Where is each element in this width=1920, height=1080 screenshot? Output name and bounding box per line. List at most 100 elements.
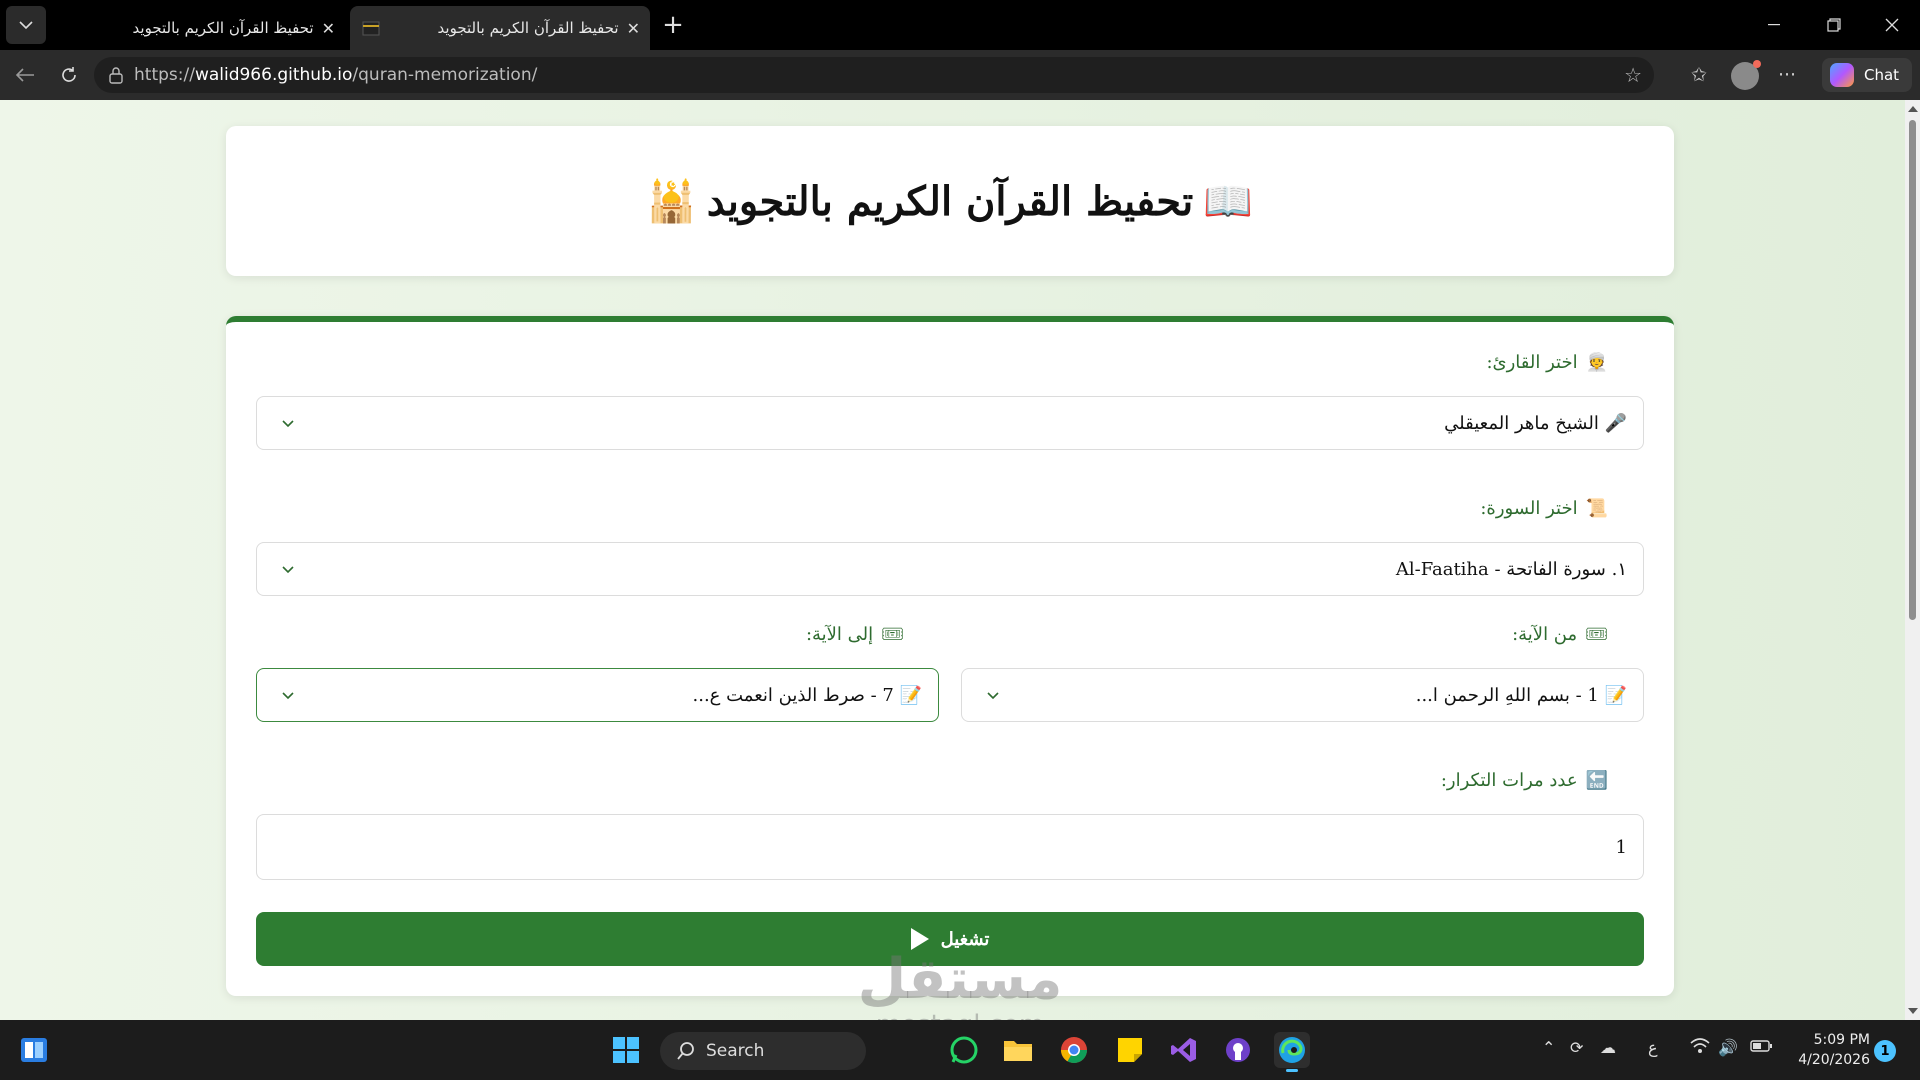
tab-actions-menu-button[interactable] [6, 6, 46, 44]
close-icon [1885, 18, 1899, 32]
sticky-notes-icon[interactable] [1112, 1032, 1148, 1068]
chevron-down-icon [987, 692, 999, 700]
clock-time: 5:09 PM [1813, 1032, 1870, 1048]
close-tab-icon[interactable]: ✕ [627, 19, 640, 38]
file-explorer-icon[interactable] [1000, 1032, 1036, 1068]
browser-tab-1[interactable]: تحفيظ القرآن الكريم بالتجويد ✕ [120, 6, 345, 50]
address-toolbar: https://walid966.github.io/quran-memoriz… [0, 50, 1920, 100]
surah-value-text: ١. سورة الفاتحة - Al-Faatiha [1395, 558, 1627, 580]
reload-icon [62, 67, 76, 82]
ticket-icon: 🎟 [881, 624, 904, 645]
repeat-count-input[interactable]: 1 [256, 814, 1644, 880]
reciter-select[interactable]: 🎤 الشيخ ماهر المعيقلي [256, 396, 1644, 450]
play-label: تشغيل [940, 928, 990, 950]
from-ayah-select-value: 📝 1 - بسم اللهِ الرحمن ا... [1000, 685, 1627, 706]
input-language[interactable]: ع [1648, 1038, 1658, 1057]
visual-studio-icon[interactable] [1166, 1032, 1202, 1068]
url-field[interactable]: https://walid966.github.io/quran-memoriz… [94, 57, 1654, 93]
surah-select[interactable]: ١. سورة الفاتحة - Al-Faatiha [256, 542, 1644, 596]
taskbar-clock[interactable]: 5:09 PM 4/20/2026 [1790, 1030, 1870, 1070]
microphone-icon: 🎤 [1604, 412, 1627, 434]
minimize-button[interactable] [1746, 0, 1802, 50]
search-icon [677, 1042, 694, 1060]
memo-icon: 📝 [899, 684, 922, 706]
repeat-count-value: 1 [1615, 836, 1627, 858]
ticket-icon: 🎟 [1585, 624, 1608, 645]
play-button[interactable]: تشغيل [256, 912, 1644, 966]
repeat-label-text: عدد مرات التكرار: [1440, 770, 1578, 791]
taskbar-search[interactable]: Search [660, 1032, 866, 1070]
to-ayah-select-value: 📝 7 - صرط الذين انعمت ع... [295, 684, 923, 706]
to-ayah-value-text: 7 - صرط الذين انعمت ع... [692, 684, 894, 706]
url-scheme: https:// [134, 65, 195, 85]
end-arrow-icon: 🔚 [1585, 770, 1608, 791]
close-window-button[interactable] [1864, 0, 1920, 50]
clock-date: 4/20/2026 [1798, 1052, 1870, 1068]
windows-taskbar: Search ⌃ ⟳ ☁ ع 🔊 5:09 PM 4/20/2026 1 [0, 1020, 1920, 1080]
chevron-down-icon [282, 566, 294, 574]
new-tab-button[interactable]: + [658, 10, 688, 40]
scrollbar-thumb[interactable] [1909, 120, 1916, 620]
copilot-chat-button[interactable]: Chat [1822, 58, 1912, 92]
from-ayah-label: 🎟 من الآية: [1512, 624, 1608, 645]
whatsapp-icon[interactable] [946, 1032, 982, 1068]
onedrive-icon[interactable]: ☁ [1600, 1038, 1616, 1057]
scroll-icon: 📜 [1585, 498, 1608, 519]
volume-icon[interactable]: 🔊 [1718, 1038, 1738, 1057]
page-scrollbar[interactable] [1905, 100, 1920, 1020]
start-windows-icon[interactable] [608, 1032, 644, 1068]
header-card: 📖 تحفيظ القرآن الكريم بالتجويد 🕌 [226, 126, 1674, 276]
copilot-icon [1830, 63, 1854, 87]
reload-button[interactable] [54, 60, 84, 90]
github-icon[interactable] [1220, 1032, 1256, 1068]
from-ayah-select[interactable]: 📝 1 - بسم اللهِ الرحمن ا... [961, 668, 1644, 722]
favorites-icon[interactable]: ✩ [1684, 60, 1714, 90]
memo-icon: 📝 [1604, 684, 1627, 706]
scroll-down-arrow-icon[interactable] [1908, 1008, 1918, 1014]
wifi-icon[interactable] [1690, 1038, 1710, 1058]
page-title: 📖 تحفيظ القرآن الكريم بالتجويد 🕌 [647, 178, 1253, 225]
to-ayah-label-text: إلى الآية: [805, 624, 874, 645]
open-book-icon: 📖 [1203, 177, 1254, 225]
back-button[interactable] [10, 60, 40, 90]
settings-form-card: 👳 اختر القارئ: 🎤 الشيخ ماهر المعيقلي 📜 ا… [226, 316, 1674, 996]
chrome-icon[interactable] [1056, 1032, 1092, 1068]
to-ayah-label: 🎟 إلى الآية: [806, 624, 904, 645]
page-viewport: 📖 تحفيظ القرآن الكريم بالتجويد 🕌 👳 اختر … [0, 100, 1905, 1020]
restore-icon [1827, 18, 1841, 32]
back-arrow-icon [15, 68, 34, 82]
page-title-text: تحفيظ القرآن الكريم بالتجويد [706, 177, 1194, 225]
tab-title: تحفيظ القرآن الكريم بالتجويد [132, 19, 314, 37]
restore-button[interactable] [1806, 0, 1862, 50]
favorite-star-icon[interactable]: ☆ [1624, 63, 1642, 87]
chat-label: Chat [1864, 66, 1900, 84]
surah-label: 📜 اختر السورة: [1480, 498, 1608, 519]
browser-tab-2[interactable]: تحفيظ القرآن الكريم بالتجويد ✕ [350, 6, 650, 50]
to-ayah-select[interactable]: 📝 7 - صرط الذين انعمت ع... [256, 668, 939, 722]
reciter-label-text: اختر القارئ: [1486, 352, 1578, 373]
url-path: /quran-memorization/ [352, 65, 538, 85]
from-ayah-label-text: من الآية: [1512, 624, 1578, 645]
chevron-down-icon [282, 420, 294, 428]
from-ayah-value-text: 1 - بسم اللهِ الرحمن ا... [1415, 684, 1599, 706]
close-tab-icon[interactable]: ✕ [322, 19, 335, 38]
battery-icon[interactable] [1750, 1038, 1772, 1057]
reciter-icon: 👳 [1585, 352, 1608, 373]
show-hidden-icons-chevron-icon[interactable]: ⌃ [1542, 1038, 1555, 1057]
mosque-icon: 🕌 [646, 177, 697, 225]
sync-status-icon[interactable]: ⟳ [1570, 1038, 1583, 1057]
widgets-icon[interactable] [16, 1032, 52, 1068]
profile-avatar[interactable] [1731, 60, 1761, 90]
url-host: walid966.github.io [194, 65, 353, 85]
more-options-icon[interactable]: ··· [1772, 60, 1802, 90]
notification-badge[interactable]: 1 [1874, 1040, 1896, 1062]
repeat-label: 🔚 عدد مرات التكرار: [1441, 770, 1608, 791]
scroll-up-arrow-icon[interactable] [1908, 106, 1918, 112]
edge-browser-icon[interactable] [1274, 1032, 1310, 1072]
lock-icon[interactable] [108, 66, 124, 84]
reciter-value-text: الشيخ ماهر المعيقلي [1444, 412, 1599, 434]
minimize-icon [1768, 24, 1780, 26]
tab-title: تحفيظ القرآن الكريم بالتجويد [437, 19, 619, 37]
tab-strip: تحفيظ القرآن الكريم بالتجويد ✕ تحفيظ الق… [0, 0, 1920, 50]
play-icon [910, 928, 929, 950]
